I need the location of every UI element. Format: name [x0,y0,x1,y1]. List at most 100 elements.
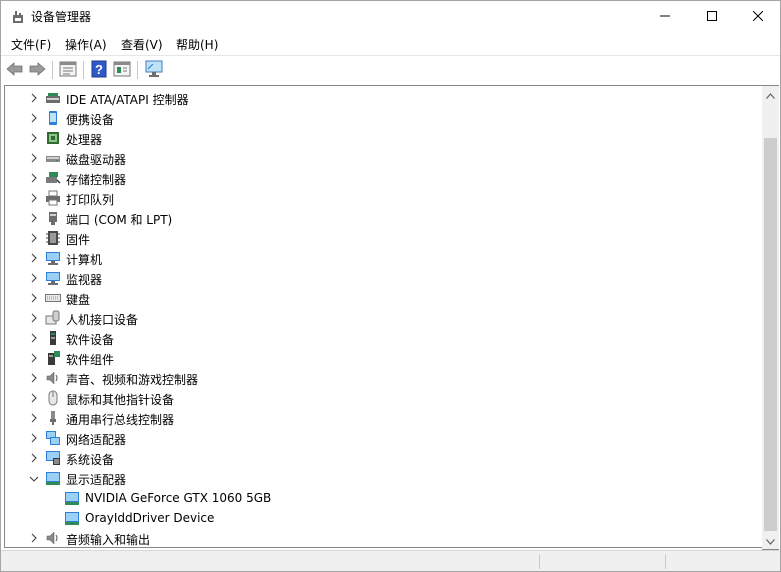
device-tree[interactable]: IDE ATA/ATAPI 控制器 便携设备 处理器磁盘驱动器 存储控制器打印队列 端口… [4,85,762,548]
tree-category[interactable]: 软件组件 [5,348,762,368]
tree-category-label: 打印队列 [66,193,115,207]
tree-device[interactable]: OrayIddDriver Device [5,508,762,528]
tree-category[interactable]: 存储控制器 [5,168,762,188]
scan-hardware-button[interactable] [144,60,164,80]
tree-category[interactable]: IDE ATA/ATAPI 控制器 [5,88,762,108]
title-bar[interactable]: 设备管理器 [1,1,780,32]
tree-category-label: 磁盘驱动器 [66,153,127,167]
tree-category[interactable]: 音频输入和输出 [5,528,762,547]
tree-device-label: OrayIddDriver Device [85,511,215,525]
tree-category[interactable]: 处理器 [5,128,762,148]
tree-category[interactable]: 打印队列 [5,188,762,208]
chevron-right-icon[interactable] [29,292,39,304]
usb-icon [45,410,61,426]
properties-button[interactable] [58,60,78,80]
scroll-up-button[interactable] [762,86,779,103]
tree-category[interactable]: 固件 [5,228,762,248]
tree-category-label: 显示适配器 [66,473,127,487]
svg-text:?: ? [95,62,103,77]
tree-category-label: 软件设备 [66,333,115,347]
maximize-button[interactable] [689,1,735,32]
display-adapter-icon [45,470,61,486]
back-button[interactable] [5,60,25,80]
tree-category-label: 音频输入和输出 [66,533,151,547]
close-icon [752,10,764,24]
menu-action[interactable]: 操作(A) [65,36,107,53]
chevron-right-icon[interactable] [29,532,39,544]
tree-category[interactable]: 便携设备 [5,108,762,128]
details-icon [113,61,131,80]
chevron-right-icon[interactable] [29,212,39,224]
help-icon: ? [91,60,107,81]
tree-category-label: 键盘 [66,293,91,307]
port-icon [45,210,61,226]
computer-icon [45,250,61,266]
tree-category-label: 监视器 [66,273,103,287]
forward-button[interactable] [27,60,47,80]
device-manager-app-icon [10,9,26,25]
chevron-right-icon[interactable] [29,112,39,124]
tree-category-label: 便携设备 [66,113,115,127]
chevron-right-icon[interactable] [29,252,39,264]
chevron-right-icon[interactable] [29,372,39,384]
tree-category-label: 鼠标和其他指针设备 [66,393,175,407]
status-separator [665,554,666,569]
chevron-right-icon[interactable] [29,272,39,284]
tree-category[interactable]: 键盘 [5,288,762,308]
system-device-icon [45,450,61,466]
storage-controller-icon [45,170,61,186]
chevron-right-icon[interactable] [29,92,39,104]
tree-category[interactable]: 人机接口设备 [5,308,762,328]
speaker-icon [45,370,61,386]
vertical-scrollbar[interactable] [762,85,779,550]
tree-category[interactable]: 磁盘驱动器 [5,148,762,168]
chevron-right-icon[interactable] [29,432,39,444]
tree-category[interactable]: 网络适配器 [5,428,762,448]
tree-category[interactable]: 鼠标和其他指针设备 [5,388,762,408]
chevron-right-icon[interactable] [29,352,39,364]
tree-category[interactable]: 显示适配器 [5,468,762,488]
close-button[interactable] [735,1,780,32]
chevron-right-icon[interactable] [29,132,39,144]
tree-device[interactable]: NVIDIA GeForce GTX 1060 5GB [5,488,762,508]
tree-category[interactable]: 声音、视频和游戏控制器 [5,368,762,388]
chevron-down-icon[interactable] [28,473,39,485]
chevron-right-icon[interactable] [29,412,39,424]
chevron-right-icon[interactable] [29,152,39,164]
tree-category[interactable]: 端口 (COM 和 LPT) [5,208,762,228]
chevron-right-icon[interactable] [29,452,39,464]
firmware-icon [45,230,61,246]
scan-monitor-icon [144,60,164,81]
tree-device-label: NVIDIA GeForce GTX 1060 5GB [85,491,272,505]
tree-category-label: 网络适配器 [66,433,127,447]
menu-view[interactable]: 查看(V) [121,36,163,53]
scroll-thumb[interactable] [764,138,777,531]
chevron-right-icon[interactable] [29,192,39,204]
tree-category[interactable]: 系统设备 [5,448,762,468]
scroll-up-arrow-icon [766,88,775,102]
minimize-icon [660,10,670,24]
minimize-button[interactable] [642,1,688,32]
disk-drive-icon [45,150,61,166]
tree-category[interactable]: 通用串行总线控制器 [5,408,762,428]
properties-icon [59,61,77,80]
scroll-down-button[interactable] [762,532,779,549]
tree-category[interactable]: 计算机 [5,248,762,268]
tree-category-label: 系统设备 [66,453,115,467]
details-button[interactable] [112,60,132,80]
status-bar [1,550,780,571]
toolbar-separator [137,61,138,79]
chevron-right-icon[interactable] [29,312,39,324]
toolbar-separator [83,61,84,79]
tree-category[interactable]: 监视器 [5,268,762,288]
help-button[interactable]: ? [89,60,109,80]
display-adapter-icon [64,510,80,526]
tree-category[interactable]: 软件设备 [5,328,762,348]
tree-category-label: IDE ATA/ATAPI 控制器 [66,93,189,107]
menu-help[interactable]: 帮助(H) [176,36,218,53]
chevron-right-icon[interactable] [29,172,39,184]
chevron-right-icon[interactable] [29,232,39,244]
chevron-right-icon[interactable] [29,392,39,404]
chevron-right-icon[interactable] [29,332,39,344]
menu-file[interactable]: 文件(F) [11,36,51,53]
